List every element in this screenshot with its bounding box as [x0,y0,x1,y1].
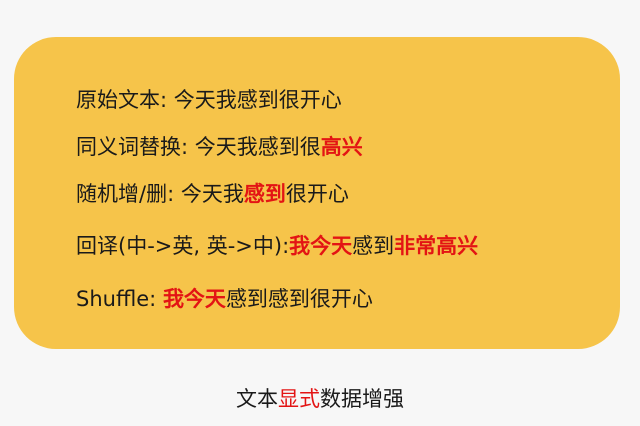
line-segment-highlight: 高兴 [320,135,363,159]
line-segment: 今天我感到很 [194,135,321,159]
line-segment-highlight: 非常高兴 [394,234,479,258]
line-shuffle: Shuffle: 我今天感到感到很开心 [76,289,373,310]
caption-highlight: 显式 [278,387,320,411]
line-back-translation: 回译(中->英, 英->中):我今天感到非常高兴 [76,236,478,257]
line-segment: 感到 [352,234,395,258]
line-segment-highlight: 我今天 [289,234,353,258]
caption-text: 数据增强 [320,387,404,411]
line-label: 随机增/删: [76,182,181,206]
line-segment: 很开心 [285,182,349,206]
line-segment-highlight: 感到 [243,182,286,206]
line-random-insert-delete: 随机增/删: 今天我感到很开心 [76,184,349,205]
line-label: 同义词替换: [76,135,195,159]
line-segment: 今天我 [180,182,244,206]
augmentation-card: 原始文本: 今天我感到很开心 同义词替换: 今天我感到很高兴 随机增/删: 今天… [14,37,620,349]
line-label: 回译(中->英, 英->中): [76,234,290,258]
line-label: Shuffle: [76,287,163,311]
line-segment-highlight: 我今天 [162,287,226,311]
line-segment: 感到感到很开心 [225,287,373,311]
caption: 文本显式数据增强 [0,383,640,413]
line-label: 原始文本: [76,88,174,112]
line-segment: 今天我感到很开心 [173,88,342,112]
caption-text: 文本 [236,387,278,411]
line-synonym-replacement: 同义词替换: 今天我感到很高兴 [76,137,363,158]
line-original: 原始文本: 今天我感到很开心 [76,90,342,111]
